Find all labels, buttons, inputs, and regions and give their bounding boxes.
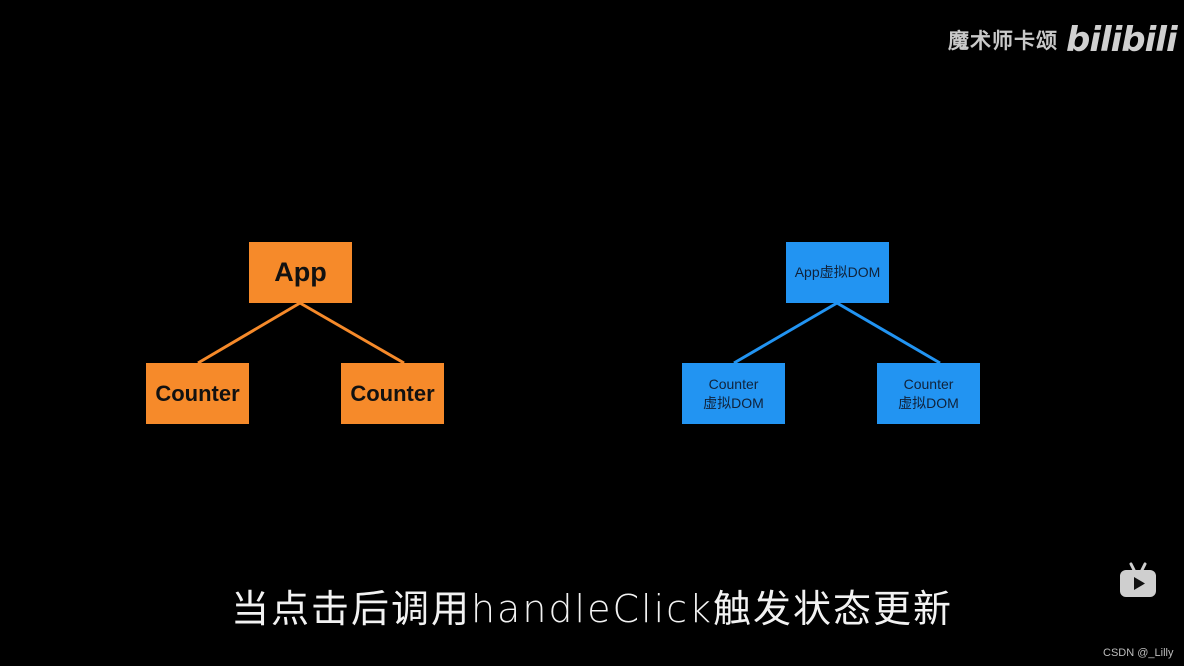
bilibili-tv-play-icon[interactable] bbox=[1118, 560, 1158, 600]
node-counter-vdom-left-line2: 虚拟DOM bbox=[703, 394, 764, 411]
node-counter-vdom-right-line2: 虚拟DOM bbox=[898, 394, 959, 411]
node-app-vdom: App虚拟DOM bbox=[786, 242, 889, 303]
node-counter-vdom-left: Counter 虚拟DOM bbox=[682, 363, 785, 424]
connector-lines bbox=[197, 301, 941, 365]
edge-appvdom-countervdom-right bbox=[836, 301, 941, 365]
node-app-vdom-label: App虚拟DOM bbox=[794, 264, 881, 280]
node-app: App bbox=[249, 242, 352, 303]
node-counter-right: Counter bbox=[341, 363, 444, 424]
subtitle-caption: 当点击后调用handleClick触发状态更新 bbox=[230, 587, 954, 631]
csdn-credit: CSDN @_Lilly bbox=[1103, 647, 1174, 659]
node-counter-vdom-right: Counter 虚拟DOM bbox=[877, 363, 980, 424]
node-app-label: App bbox=[274, 257, 327, 287]
edge-app-counter-right bbox=[299, 301, 405, 365]
node-counter-right-label: Counter bbox=[350, 380, 435, 406]
edge-appvdom-countervdom-left bbox=[733, 301, 838, 365]
node-counter-vdom-right-line1: Counter bbox=[903, 375, 954, 392]
node-counter-vdom-left-line1: Counter bbox=[708, 375, 759, 392]
node-counter-left: Counter bbox=[146, 363, 249, 424]
node-counter-left-label: Counter bbox=[155, 380, 240, 406]
edge-app-counter-left bbox=[197, 301, 301, 365]
